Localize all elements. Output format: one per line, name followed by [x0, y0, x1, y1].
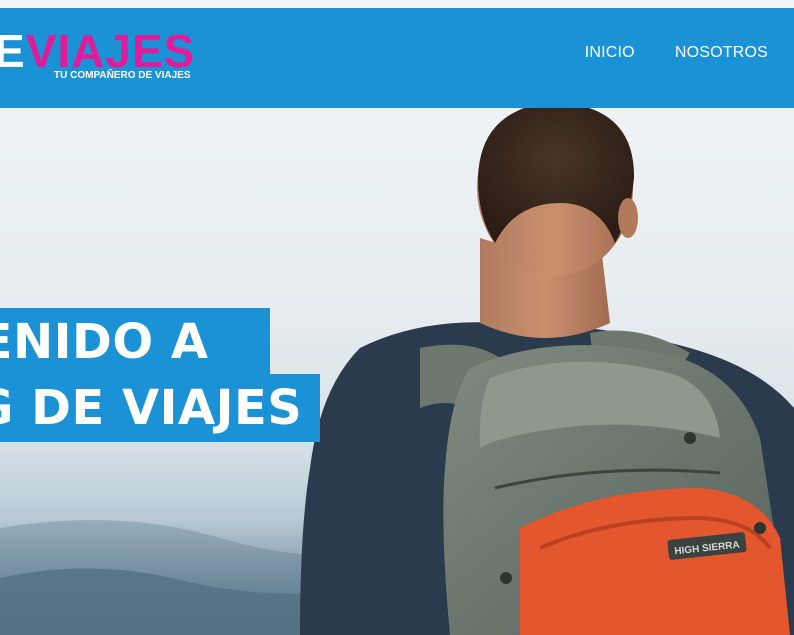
hero-title-line-1: VENIDO A	[0, 308, 270, 376]
logo-wordmark: EVIAJES	[0, 28, 195, 74]
top-strip	[0, 0, 794, 8]
main-nav: INICIO NOSOTROS	[585, 44, 768, 62]
nav-item-nosotros[interactable]: NOSOTROS	[675, 44, 768, 62]
hero-title-line-2-text: G DE VIAJES	[0, 380, 303, 436]
site-header: EVIAJES TU COMPAÑERO DE VIAJES INICIO NO…	[0, 8, 794, 108]
logo-part-1: E	[0, 25, 26, 77]
hero-banner: HIGH SIERRA VENIDO A G DE VIAJES	[0, 108, 794, 635]
hero-title-line-2: G DE VIAJES	[0, 374, 320, 442]
logo-tagline: TU COMPAÑERO DE VIAJES	[54, 70, 191, 81]
site-logo[interactable]: EVIAJES TU COMPAÑERO DE VIAJES	[0, 28, 214, 92]
hero-title-line-1-text: VENIDO A	[0, 314, 209, 370]
nav-item-inicio[interactable]: INICIO	[585, 44, 635, 62]
